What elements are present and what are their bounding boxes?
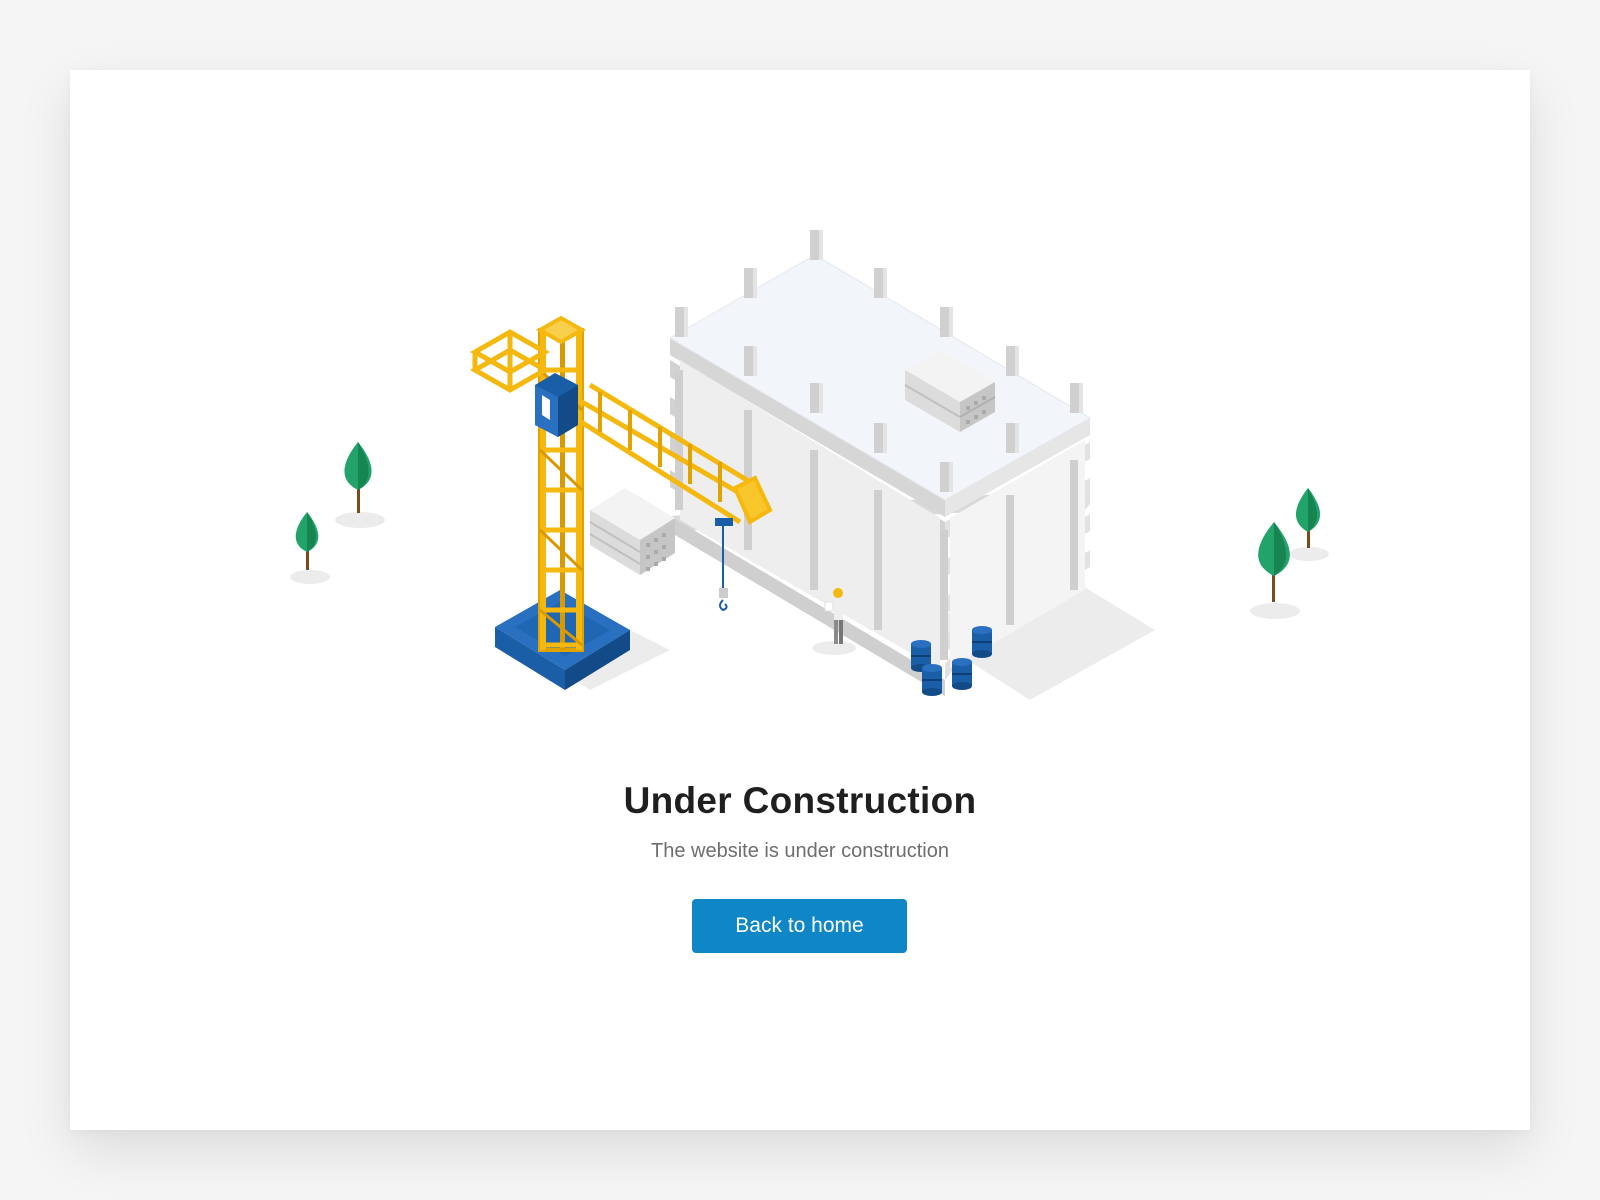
page-subtitle: The website is under construction (651, 840, 949, 862)
tree-icon (295, 512, 319, 570)
page-title: Under Construction (623, 780, 977, 821)
construction-illustration (290, 230, 1329, 700)
tree-icon (1258, 522, 1290, 602)
tree-icon (1295, 488, 1321, 548)
content-card: Under Construction The website is under … (70, 70, 1530, 1130)
concrete-block-icon (589, 488, 675, 575)
back-to-home-button[interactable]: Back to home (692, 899, 907, 953)
tree-icon (344, 442, 372, 513)
